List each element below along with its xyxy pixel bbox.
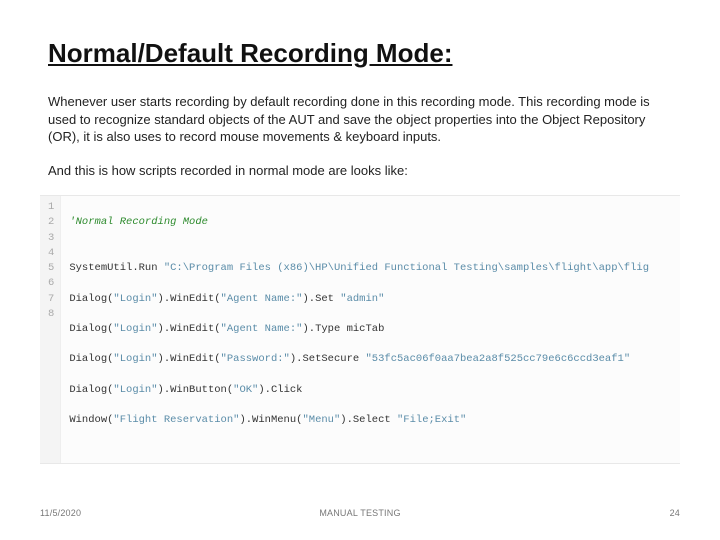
footer-date: 11/5/2020: [40, 508, 81, 518]
paragraph-2: And this is how scripts recorded in norm…: [48, 162, 672, 180]
code-line: Dialog("Login").WinEdit("Agent Name:").T…: [69, 322, 649, 337]
line-number: 3: [48, 231, 54, 246]
code-comment: 'Normal Recording Mode: [69, 216, 208, 228]
code-line: Dialog("Login").WinEdit("Password:").Set…: [69, 352, 649, 367]
code-line: Dialog("Login").WinButton("OK").Click: [69, 383, 649, 398]
footer-page-number: 24: [670, 508, 680, 518]
code-block: 1 2 3 4 5 6 7 8 'Normal Recording Mode S…: [40, 195, 680, 464]
footer-title: MANUAL TESTING: [319, 508, 400, 518]
slide-footer: 11/5/2020 MANUAL TESTING 24: [40, 508, 680, 518]
line-number: 2: [48, 215, 54, 230]
line-number: 8: [48, 307, 54, 322]
line-number: 7: [48, 292, 54, 307]
code-gutter: 1 2 3 4 5 6 7 8: [40, 196, 61, 463]
line-number: 6: [48, 276, 54, 291]
line-number: 4: [48, 246, 54, 261]
line-number: 5: [48, 261, 54, 276]
code-content: 'Normal Recording Mode SystemUtil.Run "C…: [61, 196, 657, 463]
slide-title: Normal/Default Recording Mode:: [48, 38, 680, 69]
code-line: Window("Flight Reservation").WinMenu("Me…: [69, 413, 649, 428]
slide: Normal/Default Recording Mode: Whenever …: [0, 0, 720, 540]
code-line: Dialog("Login").WinEdit("Agent Name:").S…: [69, 292, 649, 307]
code-line: 'Normal Recording Mode: [69, 215, 649, 230]
code-line: SystemUtil.Run "C:\Program Files (x86)\H…: [69, 261, 649, 276]
paragraph-1: Whenever user starts recording by defaul…: [48, 93, 672, 146]
line-number: 1: [48, 200, 54, 215]
